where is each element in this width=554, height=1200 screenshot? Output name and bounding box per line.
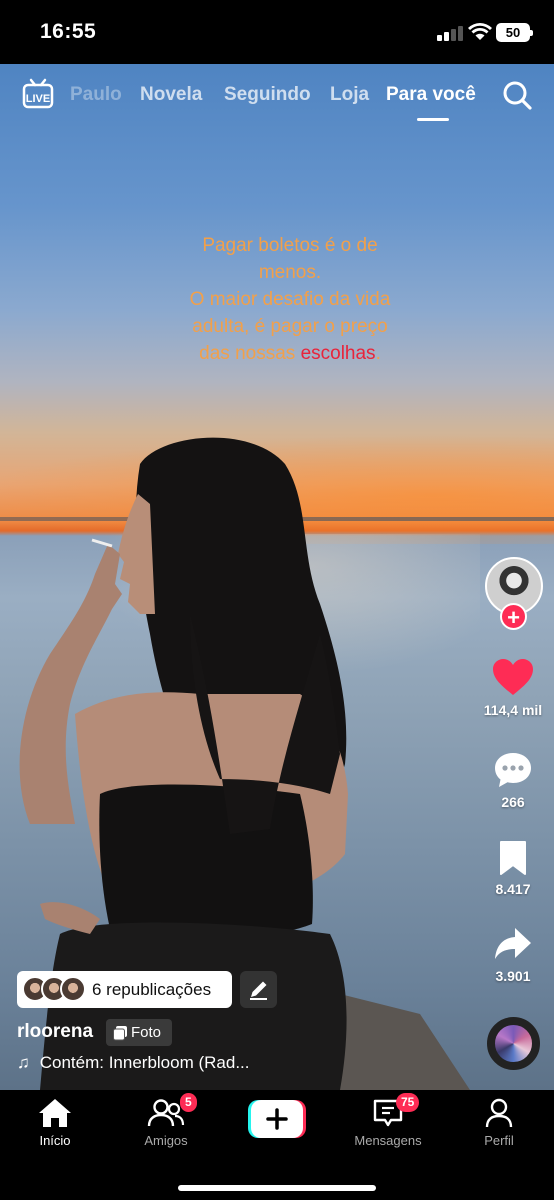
top-navigation: LIVE Paulo Novela Seguindo Loja Para voc…: [0, 64, 554, 124]
status-time: 16:55: [40, 20, 97, 43]
create-post-button[interactable]: [248, 1100, 306, 1138]
reposts-count: 6 republicações: [92, 980, 212, 999]
photo-type-tag: Foto: [106, 1019, 172, 1046]
sound-title: Contém: Innerbloom (Rad...: [39, 1053, 250, 1072]
status-bar: 16:55 50: [0, 0, 554, 64]
svg-text:LIVE: LIVE: [26, 93, 50, 105]
tab-novela[interactable]: Novela: [140, 84, 202, 106]
like-count: 114,4 mil: [483, 702, 543, 718]
profile-icon: [485, 1098, 513, 1128]
nav-amigos[interactable]: Amigos 5: [116, 1093, 216, 1148]
photo-caption-overlay: Pagar boletos é o de menos. O maior desa…: [189, 235, 391, 364]
creator-username[interactable]: rloorena: [17, 1021, 93, 1043]
caption-highlight: escolhas: [300, 343, 376, 364]
bottom-navigation: Início Amigos 5 Mensagens 75 Perfil: [0, 1090, 554, 1200]
home-indicator: [178, 1185, 376, 1191]
battery-indicator: 50: [496, 23, 533, 42]
edit-button[interactable]: [240, 971, 277, 1008]
messages-badge: 75: [396, 1093, 420, 1112]
save-button[interactable]: 8.417: [473, 840, 553, 897]
sound-info[interactable]: ♫ Contém: Innerbloom (Rad...: [17, 1053, 250, 1073]
heart-icon: [493, 659, 533, 695]
follow-plus-icon[interactable]: +: [500, 603, 527, 630]
active-tab-indicator: [417, 118, 449, 121]
live-icon[interactable]: LIVE: [22, 77, 54, 109]
nav-perfil[interactable]: Perfil: [449, 1098, 549, 1148]
reposter-avatar: [60, 976, 86, 1002]
tab-seguindo[interactable]: Seguindo: [224, 84, 311, 106]
comment-count: 266: [501, 794, 525, 810]
comment-button[interactable]: 266: [473, 751, 553, 810]
wifi-icon: [468, 23, 492, 40]
music-disc[interactable]: [487, 1017, 540, 1070]
photo-icon: [113, 1026, 127, 1041]
home-icon: [39, 1099, 71, 1127]
save-count: 8.417: [495, 881, 531, 897]
friends-badge: 5: [180, 1093, 197, 1112]
search-icon[interactable]: [502, 80, 532, 110]
comment-icon: [495, 753, 531, 787]
share-count: 3.901: [495, 968, 531, 984]
nav-mensagens[interactable]: Mensagens 75: [338, 1093, 438, 1148]
tab-loja[interactable]: Loja: [330, 84, 369, 106]
music-note-icon: ♫: [17, 1053, 30, 1072]
share-arrow-icon: [495, 928, 531, 959]
pencil-icon: [250, 981, 267, 1000]
tab-para-voce[interactable]: Para você: [386, 84, 476, 106]
share-button[interactable]: 3.901: [473, 926, 553, 984]
bookmark-icon: [500, 841, 526, 875]
nav-inicio[interactable]: Início: [5, 1098, 105, 1148]
cellular-signal-icon: [437, 25, 463, 41]
post-photo[interactable]: Pagar boletos é o de menos. O maior desa…: [0, 64, 554, 1090]
reposts-pill[interactable]: 6 republicações: [17, 971, 232, 1008]
tab-paulo[interactable]: Paulo: [70, 84, 122, 106]
like-button[interactable]: 114,4 mil: [473, 658, 553, 718]
